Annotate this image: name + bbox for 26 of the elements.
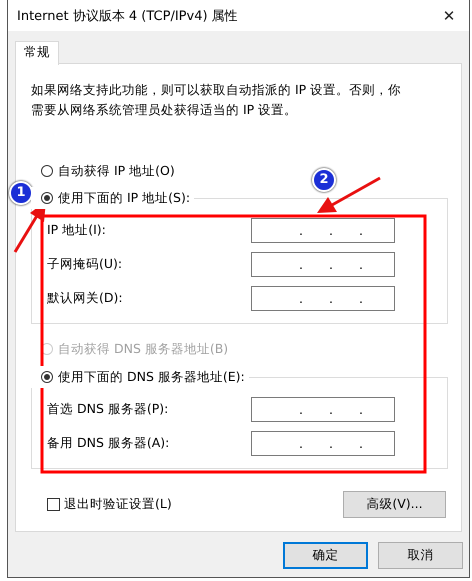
dialog-button[interactable]: 取消 bbox=[378, 542, 463, 569]
advanced-button[interactable]: 高级(V)... bbox=[343, 491, 446, 518]
ip-address-field[interactable]: . . . bbox=[251, 397, 395, 422]
radio-label: 使用下面的 DNS 服务器地址(E): bbox=[58, 368, 245, 386]
field-label: 首选 DNS 服务器(P): bbox=[47, 401, 168, 418]
ip-address-field[interactable]: . . . bbox=[251, 252, 395, 277]
tab[interactable]: 常规 bbox=[15, 41, 59, 65]
ip-address-field[interactable]: . . . bbox=[251, 431, 395, 456]
field-label: 备用 DNS 服务器(A): bbox=[47, 435, 170, 452]
close-button[interactable]: ✕ bbox=[437, 6, 461, 24]
field-label: 子网掩码(U): bbox=[47, 256, 122, 273]
window-title: Internet 协议版本 4 (TCP/IPv4) 属性 bbox=[17, 8, 238, 24]
ip-address-field[interactable]: . . . bbox=[251, 218, 395, 243]
radio-label: 自动获得 IP 地址(O) bbox=[58, 162, 175, 180]
checkbox[interactable] bbox=[47, 498, 60, 511]
radio-button[interactable] bbox=[41, 165, 53, 177]
checkbox-label: 退出时验证设置(L) bbox=[64, 496, 172, 513]
ip-address-field[interactable]: . . . bbox=[251, 286, 395, 311]
radio-label: 使用下面的 IP 地址(S): bbox=[58, 190, 190, 206]
radio-button[interactable] bbox=[41, 371, 53, 383]
dialog-button[interactable]: 确定 bbox=[283, 542, 368, 569]
radio-label: 自动获得 DNS 服务器地址(B) bbox=[58, 340, 228, 358]
radio-button[interactable] bbox=[41, 192, 53, 204]
description-text: 如果网络支持此功能，则可以获取自动指派的 IP 设置。否则，你需要从网络系统管理员处获得适当的 IP 设置。 bbox=[31, 81, 402, 119]
field-label: 默认网关(D): bbox=[47, 290, 123, 307]
field-label: IP 地址(I): bbox=[47, 222, 106, 239]
